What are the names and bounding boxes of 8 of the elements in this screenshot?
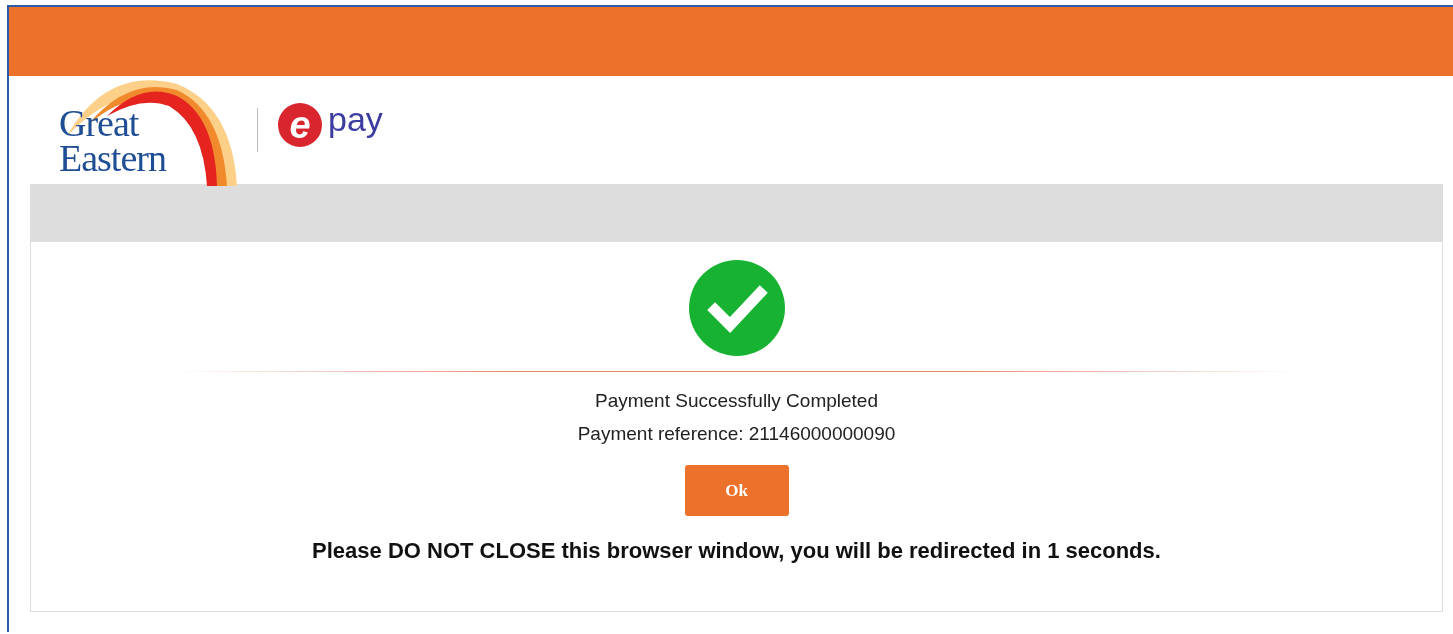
epay-logo-mark: e [278, 103, 322, 147]
brand-name: Eastern [59, 141, 166, 176]
epay-wordmark: pay [328, 102, 383, 136]
payment-reference: Payment reference: 21146000000090 [577, 422, 896, 446]
success-message: Payment Successfully Completed [595, 389, 878, 413]
ok-button[interactable]: Ok [684, 465, 789, 516]
brand-name: Great [59, 106, 139, 141]
redirect-notice: Please DO NOT CLOSE this browser window, you will be redirected in 1 seconds. [312, 538, 1161, 564]
